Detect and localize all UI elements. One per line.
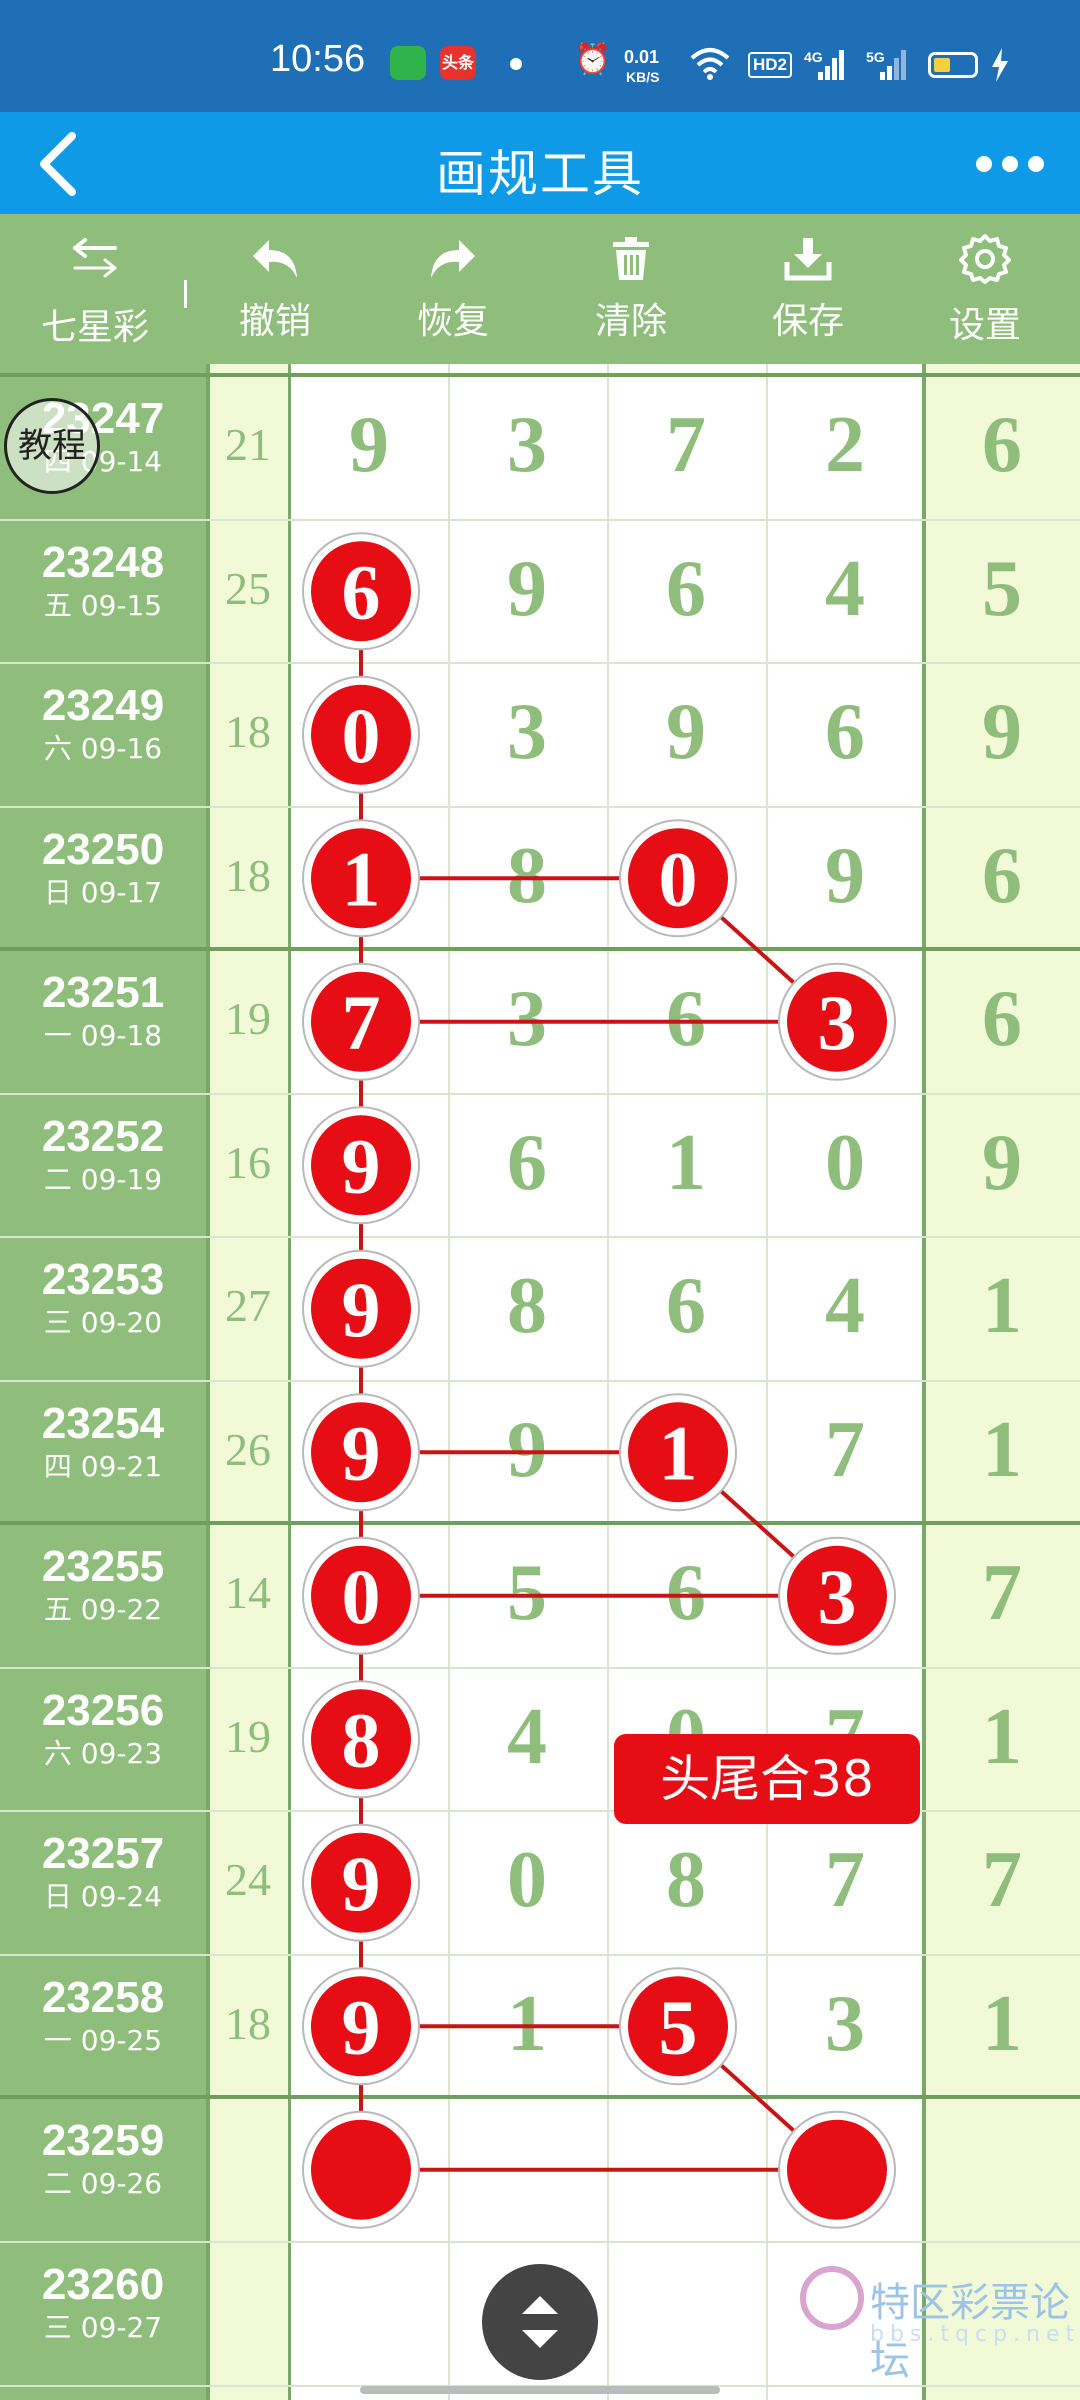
marked-digit[interactable]: 9: [302, 1249, 420, 1368]
toolbar: 七星彩 撤销 恢复 清除 保存 设置: [0, 214, 1080, 364]
marked-digit[interactable]: 1: [302, 819, 420, 938]
wifi-icon: [690, 48, 730, 80]
mark-dot: [311, 2119, 411, 2220]
switch-arrows-icon: [73, 238, 117, 278]
download-icon: [784, 238, 832, 281]
net-speed-value: 0.01: [624, 47, 660, 67]
trash-icon: [613, 237, 649, 280]
charging-icon: [992, 48, 1008, 82]
mark-digit-text: 9: [342, 1409, 381, 1496]
signal-5g-icon: [880, 50, 906, 80]
forum-watermark: 特区彩票论坛 bbs.tqcp.net: [800, 2262, 1074, 2384]
undo-button[interactable]: 撤销: [200, 214, 350, 364]
mark-digit-text: 1: [342, 835, 381, 922]
marked-digit[interactable]: 0: [619, 819, 737, 938]
marked-digit[interactable]: 0: [302, 675, 420, 794]
mark-digit-text: 9: [342, 1122, 381, 1209]
lottery-mode-switch[interactable]: 七星彩: [0, 214, 190, 364]
marked-digit[interactable]: 9: [302, 1106, 420, 1225]
marked-digit[interactable]: 5: [619, 1967, 737, 2086]
mode-label: 七星彩: [40, 307, 149, 348]
trend-grid[interactable]: 23247四 09-14219372623248五 09-15256964523…: [0, 364, 1080, 2400]
forum-logo-icon: [800, 2266, 864, 2330]
marked-digit[interactable]: 7: [302, 962, 420, 1081]
toolbar-divider: [184, 280, 187, 308]
marked-digit[interactable]: 8: [302, 1680, 420, 1799]
status-time: 10:56: [270, 38, 366, 80]
mark-digit-text: 3: [818, 979, 857, 1066]
more-options-button[interactable]: [976, 156, 1046, 176]
title-bar: 画规工具: [0, 112, 1080, 214]
toutiao-app-icon: 头条: [440, 46, 476, 80]
home-indicator[interactable]: [360, 2386, 720, 2394]
mark-digit-text: 7: [342, 979, 381, 1066]
mark-digit-text: 9: [342, 1266, 381, 1353]
mark-digit-text: 0: [659, 835, 698, 922]
marked-digit[interactable]: 1: [619, 1393, 737, 1512]
settings-label: 设置: [948, 305, 1021, 346]
mark-digit-text: 0: [342, 692, 381, 779]
drawing-overlay[interactable]: 6 0 1 0 7 3 9 9 9 1 0 3 8 9 9 5: [0, 364, 1080, 2400]
settings-button[interactable]: 设置: [910, 214, 1060, 364]
sum-tag-label[interactable]: 头尾合38: [614, 1734, 920, 1824]
marked-digit[interactable]: 3: [778, 962, 896, 1081]
marked-digit[interactable]: [302, 2110, 420, 2229]
marked-digit[interactable]: [778, 2110, 896, 2229]
marked-digit[interactable]: 0: [302, 1536, 420, 1655]
mark-dot: [787, 2119, 887, 2220]
page-title: 画规工具: [436, 145, 644, 203]
save-label: 保存: [771, 301, 844, 342]
scroll-toggle-button[interactable]: [482, 2264, 598, 2380]
notification-dot-icon: [510, 58, 522, 70]
mark-digit-text: 9: [342, 1840, 381, 1927]
mark-digit-text: 1: [659, 1409, 698, 1496]
mark-digit-text: 6: [342, 548, 381, 635]
watermark-subtext: bbs.tqcp.net: [870, 2322, 1080, 2347]
mark-digit-text: 5: [659, 1983, 698, 2070]
mark-digit-text: 0: [342, 1553, 381, 1640]
marked-digit[interactable]: 3: [778, 1536, 896, 1655]
marked-digit[interactable]: 9: [302, 1393, 420, 1512]
gear-icon: [959, 234, 1011, 284]
undo-icon: [253, 240, 297, 278]
tutorial-badge[interactable]: 教程: [4, 398, 100, 494]
marked-digit[interactable]: 9: [302, 1823, 420, 1942]
status-bar: 10:56 头条 ⏰ 0.01 KB/S HD2 4G 5G: [0, 0, 1080, 112]
up-down-arrows-icon: [522, 2296, 558, 2348]
redo-icon: [431, 240, 475, 278]
signal-4g-icon: [818, 50, 844, 80]
undo-label: 撤销: [238, 301, 311, 342]
clear-button[interactable]: 清除: [556, 214, 706, 364]
net-speed-unit: KB/S: [626, 69, 660, 85]
mark-digit-text: 9: [342, 1983, 381, 2070]
battery-icon: [928, 52, 978, 78]
redo-button[interactable]: 恢复: [378, 214, 528, 364]
message-app-icon: [390, 46, 426, 80]
save-button[interactable]: 保存: [733, 214, 883, 364]
mark-digit-text: 3: [818, 1553, 857, 1640]
alarm-icon: ⏰: [574, 42, 612, 77]
redo-label: 恢复: [416, 301, 489, 342]
hd-indicator: HD2: [748, 52, 793, 78]
marked-digit[interactable]: 9: [302, 1967, 420, 2086]
mark-digit-text: 8: [342, 1696, 381, 1783]
clear-label: 清除: [594, 301, 667, 342]
marked-digit[interactable]: 6: [302, 532, 420, 651]
